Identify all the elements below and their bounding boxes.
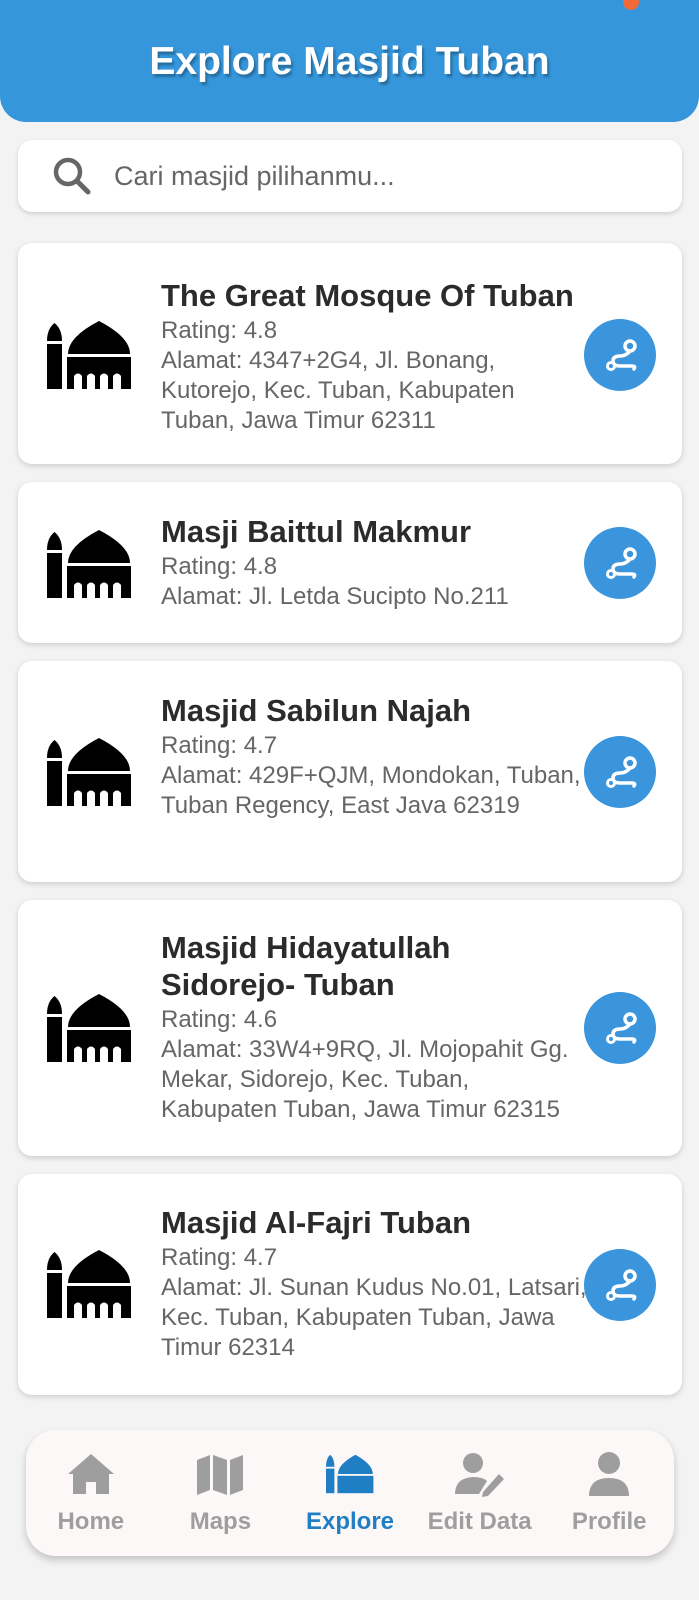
route-icon xyxy=(604,756,637,790)
mosque-icon xyxy=(47,321,131,389)
mosque-rating: Rating: 4.8 xyxy=(161,317,278,344)
route-icon xyxy=(604,339,637,373)
mosque-card[interactable]: The Great Mosque Of Tuban Rating: 4.8 Al… xyxy=(18,243,682,464)
mosque-card[interactable]: Masjid Hidayatullah Sidorejo- Tuban Rati… xyxy=(18,900,682,1156)
route-button[interactable] xyxy=(584,736,656,808)
nav-profile[interactable]: Profile xyxy=(545,1438,673,1548)
mosque-card[interactable]: Masji Baittul Makmur Rating: 4.8 Alamat:… xyxy=(18,482,682,643)
mosque-address: Alamat: Jl. Sunan Kudus No.01, Latsari, … xyxy=(161,1274,587,1361)
search-bar[interactable] xyxy=(18,140,682,212)
nav-label: Explore xyxy=(305,1508,394,1535)
mosque-rating: Rating: 4.7 xyxy=(161,1244,278,1271)
page-title: Explore Masjid Tuban xyxy=(149,40,550,83)
mosque-icon xyxy=(47,738,131,806)
route-icon xyxy=(604,547,637,581)
app-header: Explore Masjid Tuban xyxy=(0,0,699,122)
mosque-icon xyxy=(47,994,131,1062)
mosque-rating: Rating: 4.6 xyxy=(161,1006,278,1033)
route-icon xyxy=(604,1269,637,1303)
mosque-name: Masjid Hidayatullah Sidorejo- Tuban xyxy=(161,930,451,1002)
route-button[interactable] xyxy=(584,1249,656,1321)
route-icon xyxy=(604,1012,637,1046)
search-icon xyxy=(53,157,91,195)
mosque-address: Alamat: Jl. Letda Sucipto No.211 xyxy=(161,583,509,610)
mosque-name: Masjid Sabilun Najah xyxy=(161,693,472,728)
nav-explore[interactable]: Explore xyxy=(286,1438,414,1548)
mosque-rating: Rating: 4.8 xyxy=(161,553,278,580)
nav-home[interactable]: Home xyxy=(27,1438,155,1548)
route-button[interactable] xyxy=(584,527,656,599)
nav-edit-data[interactable]: Edit Data xyxy=(416,1438,544,1548)
user-edit-icon xyxy=(454,1453,504,1497)
nav-maps[interactable]: Maps xyxy=(156,1438,284,1548)
mosque-address: Alamat: 429F+QJM, Mondokan, Tuban, Tuban… xyxy=(161,762,581,819)
mosque-card[interactable]: Masjid Sabilun Najah Rating: 4.7 Alamat:… xyxy=(18,661,682,882)
search-input[interactable] xyxy=(114,160,654,192)
mosque-card[interactable]: Masjid Al-Fajri Tuban Rating: 4.7 Alamat… xyxy=(18,1174,682,1395)
user-icon xyxy=(589,1452,630,1496)
mosque-icon xyxy=(325,1454,374,1494)
bottom-navigation: Home Maps Explore Edit Data Profile xyxy=(26,1430,674,1556)
nav-label: Home xyxy=(57,1508,125,1535)
map-icon xyxy=(197,1455,244,1495)
nav-label: Profile xyxy=(571,1508,647,1535)
nav-label: Edit Data xyxy=(427,1508,532,1535)
mosque-icon xyxy=(47,1250,131,1318)
mosque-rating: Rating: 4.7 xyxy=(161,732,278,759)
nav-label: Maps xyxy=(189,1508,252,1535)
mosque-icon xyxy=(47,530,131,598)
mosque-name: Masji Baittul Makmur xyxy=(161,514,472,549)
mosque-name: Masjid Al-Fajri Tuban xyxy=(161,1205,472,1240)
mosque-name: The Great Mosque Of Tuban xyxy=(161,278,574,313)
mosque-address: Alamat: 33W4+9RQ, Jl. Mojopahit Gg. Meka… xyxy=(161,1036,569,1123)
mosque-address: Alamat: 4347+2G4, Jl. Bonang, Kutorejo, … xyxy=(161,347,515,434)
route-button[interactable] xyxy=(584,992,656,1064)
home-icon xyxy=(67,1454,114,1494)
route-button[interactable] xyxy=(584,319,656,391)
